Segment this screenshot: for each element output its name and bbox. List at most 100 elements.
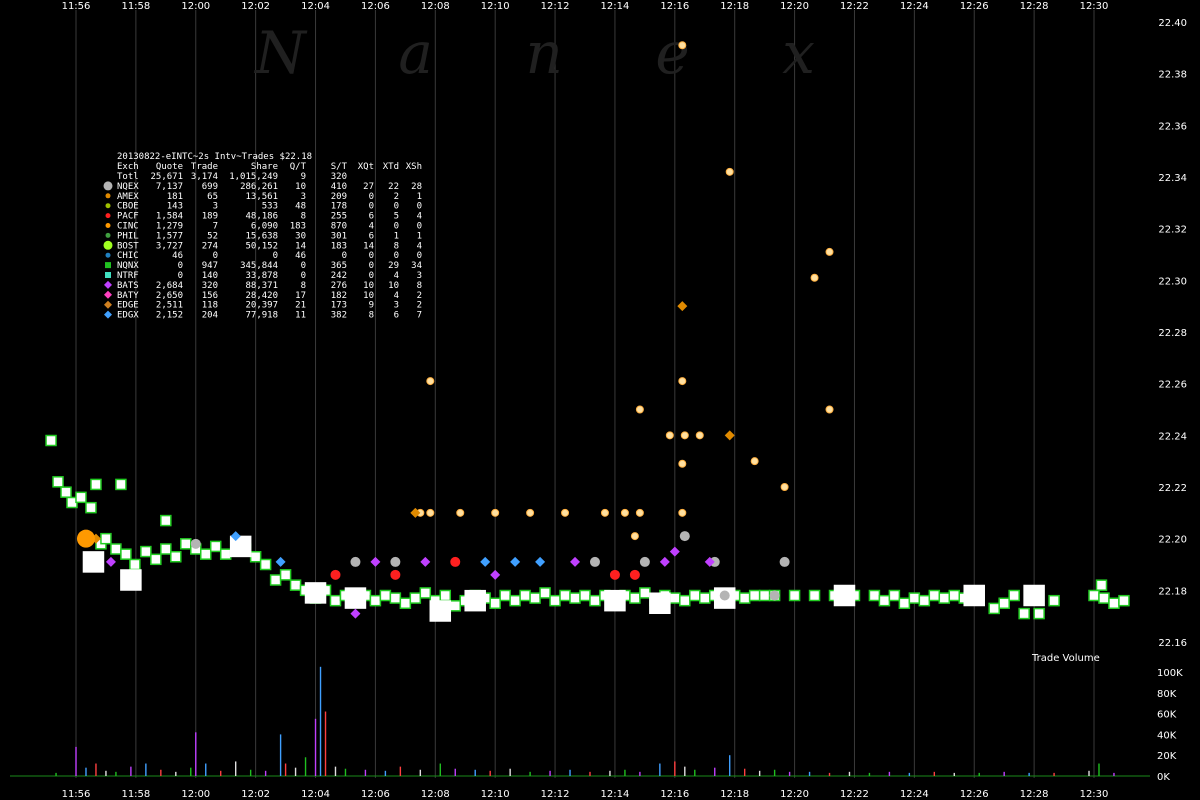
x-tick-label-bottom: 12:18	[720, 789, 749, 800]
trade-square-point	[898, 597, 911, 609]
stats-cell: EDGX	[117, 311, 139, 321]
trade-square-point	[199, 548, 212, 560]
trade-square-point	[1048, 594, 1060, 607]
stats-cell: 1,279	[156, 222, 183, 232]
trade-square-point	[110, 543, 122, 555]
circle-small-icon	[105, 203, 111, 209]
trade-square-point	[409, 592, 422, 604]
stats-cell: 2,152	[156, 311, 183, 321]
trade-square-point	[419, 587, 432, 599]
trade-square-point	[669, 592, 681, 604]
stats-cell: 10	[388, 281, 399, 291]
trade-square-point	[788, 589, 801, 602]
stats-cell: 50,152	[245, 241, 278, 251]
stats-cell: 118	[202, 301, 218, 311]
trade-square-point	[699, 592, 711, 604]
y-tick-label: 22.38	[1158, 70, 1187, 81]
circle-small-icon	[105, 213, 111, 219]
stats-cell: 255	[331, 212, 347, 222]
quote-circle-point	[390, 556, 401, 567]
x-tick-label-top: 12:04	[301, 1, 330, 12]
x-tick-label-top: 12:10	[481, 1, 510, 12]
stats-cell: 2,511	[156, 301, 183, 311]
trade-square-point	[449, 600, 462, 612]
trade-square-point	[519, 589, 531, 602]
trade-square-point	[499, 589, 511, 602]
trade-square-large-point	[344, 587, 367, 609]
stats-header-cell: Share	[251, 162, 278, 172]
x-tick-label-bottom: 12:04	[301, 789, 330, 800]
x-tick-label-top: 12:06	[361, 1, 390, 12]
trade-square-point	[868, 589, 881, 602]
x-tick-label-top: 12:22	[840, 1, 869, 12]
x-tick-label-bottom: 12:10	[481, 789, 510, 800]
x-tick-label-top: 12:30	[1080, 1, 1109, 12]
stats-cell: 2,684	[156, 281, 183, 291]
stats-cell: 345,844	[240, 261, 278, 271]
y-tick-label: 22.40	[1158, 18, 1187, 29]
stats-cell: 410	[331, 182, 347, 192]
stats-cell: 209	[331, 192, 347, 202]
trade-square-point	[180, 538, 192, 550]
trade-square-point	[1118, 594, 1130, 607]
square-icon	[105, 272, 111, 278]
quote-circle-point	[639, 556, 650, 567]
stats-cell: 21	[295, 301, 306, 311]
x-tick-label-top: 12:00	[181, 1, 210, 12]
stats-cell: EDGE	[117, 301, 139, 311]
stats-cell: 25,671	[150, 172, 183, 182]
stats-header-cell: XTd	[383, 162, 399, 172]
trade-square-point	[918, 594, 931, 607]
trade-square-point	[988, 602, 1000, 615]
stats-cell: 20,397	[245, 301, 278, 311]
volume-tick-label: 20K	[1157, 751, 1177, 762]
stats-cell: 4	[394, 291, 399, 301]
stats-cell: CBOE	[117, 202, 139, 212]
trade-square-point	[948, 589, 961, 602]
stats-cell: 15,638	[245, 231, 278, 241]
quote-circle-point	[450, 556, 461, 567]
stats-cell: 27	[363, 182, 374, 192]
square-icon	[105, 262, 111, 269]
stats-header-cell: XSh	[406, 162, 422, 172]
trade-square-large-point	[120, 569, 142, 591]
stats-cell: 140	[202, 271, 218, 281]
x-tick-label-top: 12:24	[900, 1, 929, 12]
trade-square-point	[549, 594, 561, 607]
trade-star-point	[678, 41, 687, 50]
quote-circle-point	[589, 556, 600, 567]
stats-cell: 0	[178, 271, 183, 281]
stats-cell: 46	[172, 251, 183, 261]
stats-cell: 29	[388, 261, 399, 271]
stats-cell: 8	[301, 212, 306, 222]
stats-cell: CINC	[117, 222, 139, 232]
stats-header-cell: Q/T	[290, 162, 307, 172]
x-tick-label-bottom: 12:22	[840, 789, 869, 800]
trade-star-point	[678, 459, 687, 468]
stats-cell: NQEX	[117, 182, 139, 192]
trade-star-point	[630, 532, 639, 541]
trade-square-point	[115, 478, 127, 491]
stats-cell: 7	[213, 222, 218, 232]
trade-star-point	[491, 508, 500, 517]
stats-cell: 0	[369, 202, 374, 212]
volume-tick-label: 60K	[1157, 710, 1177, 721]
stats-cell: 3,174	[191, 172, 218, 182]
stats-cell: 178	[331, 202, 347, 212]
quote-circle-point	[779, 556, 790, 567]
stats-cell: BOST	[117, 241, 139, 251]
x-tick-label-bottom: 12:24	[900, 789, 929, 800]
stats-cell: 0	[213, 251, 218, 261]
y-tick-label: 22.28	[1158, 328, 1187, 339]
x-tick-label-bottom: 12:14	[601, 789, 630, 800]
stats-cell: 14	[295, 241, 306, 251]
trade-square-point	[629, 592, 641, 604]
trade-star-point	[780, 483, 789, 491]
x-tick-label-bottom: 12:08	[421, 789, 450, 800]
trade-square-large-point	[604, 589, 626, 612]
stats-cell: 0	[273, 251, 278, 261]
stats-cell: 1	[417, 231, 422, 241]
trade-square-point	[129, 558, 141, 571]
trade-square-large-point	[82, 551, 105, 573]
stats-cell: 2	[417, 291, 422, 301]
